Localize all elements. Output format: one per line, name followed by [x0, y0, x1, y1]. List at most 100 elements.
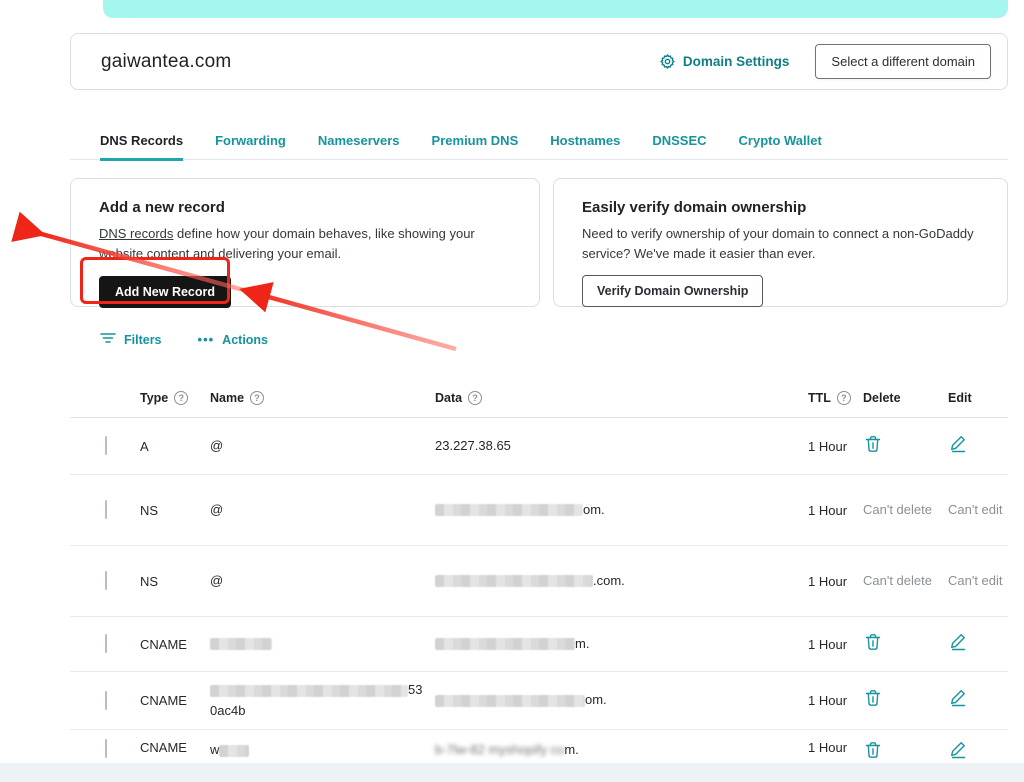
record-data: .com. [435, 571, 808, 591]
table-row: CNAME m. 1 Hour [70, 617, 1008, 672]
select-different-domain-button[interactable]: Select a different domain [815, 44, 991, 79]
tab-dns-records[interactable]: DNS Records [100, 133, 183, 161]
cell-text: w [210, 742, 219, 757]
row-checkbox[interactable] [105, 634, 107, 653]
dns-records-link[interactable]: DNS records [99, 226, 173, 241]
name-help-icon[interactable]: ? [250, 391, 264, 405]
col-ttl: TTL? [808, 391, 863, 405]
filters-label: Filters [124, 333, 162, 347]
record-type: NS [140, 574, 210, 589]
record-ttl: 1 Hour [808, 637, 863, 652]
edit-pencil-icon[interactable] [948, 434, 968, 454]
redacted-text [210, 638, 272, 650]
cell-text: om. [583, 502, 605, 517]
record-ttl: 1 Hour [808, 574, 863, 589]
table-header-row: Type? Name? Data? TTL? Delete Edit [70, 379, 1008, 418]
bottom-strip [0, 763, 1024, 782]
cell-text: @ [210, 573, 223, 588]
domain-name: gaiwantea.com [101, 51, 231, 73]
cell-text: m. [564, 742, 578, 757]
record-type: CNAME [140, 693, 210, 708]
domain-settings-link[interactable]: Domain Settings [659, 53, 790, 70]
actions-label: Actions [222, 333, 268, 347]
table-row: NS@ om. 1 HourCan't delete Can't edit [70, 475, 1008, 546]
ttl-help-icon[interactable]: ? [837, 391, 851, 405]
row-checkbox[interactable] [105, 691, 107, 710]
cant-delete-label: Can't delete [863, 502, 932, 517]
row-checkbox[interactable] [105, 436, 107, 455]
filters-button[interactable]: Filters [100, 331, 162, 348]
data-help-icon[interactable]: ? [468, 391, 482, 405]
redacted-text [435, 695, 585, 707]
cell-text: om. [585, 692, 607, 707]
cant-edit-label: Can't edit [948, 502, 1003, 517]
trash-icon[interactable] [863, 688, 883, 708]
edit-pencil-icon[interactable] [948, 740, 968, 760]
redacted-text [210, 685, 408, 697]
tab-nameservers[interactable]: Nameservers [318, 133, 400, 158]
record-name [210, 634, 435, 654]
trash-icon[interactable] [863, 740, 883, 760]
dns-tabs: DNS Records Forwarding Nameservers Premi… [70, 133, 1008, 160]
record-name: @ [210, 500, 435, 520]
col-delete: Delete [863, 391, 948, 405]
verify-ownership-card: Easily verify domain ownership Need to v… [553, 178, 1008, 307]
record-data: 23.227.38.65 [435, 436, 808, 456]
record-data: om. [435, 690, 808, 710]
info-cards: Add a new record DNS records define how … [70, 178, 1008, 307]
record-data: b-7lw-82 myshopify com. [435, 740, 808, 760]
row-checkbox[interactable] [105, 571, 107, 590]
record-ttl: 1 Hour [808, 693, 863, 708]
verify-ownership-title: Easily verify domain ownership [582, 199, 979, 216]
record-name: 53 0ac4b [210, 680, 435, 720]
add-record-title: Add a new record [99, 199, 511, 216]
record-data: om. [435, 500, 808, 520]
edit-pencil-icon[interactable] [948, 688, 968, 708]
tab-forwarding[interactable]: Forwarding [215, 133, 286, 158]
add-record-description: DNS records define how your domain behav… [99, 224, 511, 263]
type-help-icon[interactable]: ? [174, 391, 188, 405]
verify-domain-ownership-button[interactable]: Verify Domain Ownership [582, 275, 763, 307]
cell-text: @ [210, 502, 223, 517]
verify-ownership-description: Need to verify ownership of your domain … [582, 224, 979, 263]
domain-header-card: gaiwantea.com Domain Settings Select a d… [70, 33, 1008, 90]
cell-text: 0ac4b [210, 703, 245, 718]
record-name: @ [210, 436, 435, 456]
table-row: CNAMEw b-7lw-82 myshopify com.1 Hour [70, 730, 1008, 763]
tab-crypto-wallet[interactable]: Crypto Wallet [739, 133, 822, 158]
ellipsis-icon: ••• [198, 332, 215, 347]
tab-hostnames[interactable]: Hostnames [550, 133, 620, 158]
trash-icon[interactable] [863, 434, 883, 454]
edit-pencil-icon[interactable] [948, 632, 968, 652]
cell-text: 53 [408, 682, 422, 697]
record-type: CNAME [140, 740, 210, 755]
record-name: @ [210, 571, 435, 591]
row-checkbox[interactable] [105, 739, 107, 758]
add-record-card: Add a new record DNS records define how … [70, 178, 540, 307]
col-name: Name? [210, 391, 435, 405]
record-type: CNAME [140, 637, 210, 652]
col-type: Type? [140, 391, 210, 405]
table-row: A@23.227.38.65 1 Hour [70, 418, 1008, 475]
record-ttl: 1 Hour [808, 740, 863, 755]
trash-icon[interactable] [863, 632, 883, 652]
record-ttl: 1 Hour [808, 439, 863, 454]
table-row: CNAME 53 0ac4b om. 1 Hour [70, 672, 1008, 730]
redacted-text [435, 504, 583, 516]
add-new-record-button[interactable]: Add New Record [99, 276, 231, 308]
cell-text: m. [575, 636, 589, 651]
actions-button[interactable]: ••• Actions [198, 332, 269, 347]
tab-dnssec[interactable]: DNSSEC [652, 133, 706, 158]
domain-settings-label: Domain Settings [683, 54, 790, 69]
tab-premium-dns[interactable]: Premium DNS [432, 133, 519, 158]
row-checkbox[interactable] [105, 500, 107, 519]
dns-management-page: gaiwantea.com Domain Settings Select a d… [0, 0, 1024, 782]
table-toolbar: Filters ••• Actions [100, 331, 268, 348]
record-type: A [140, 439, 210, 454]
redacted-text [435, 638, 575, 650]
redacted-text [219, 745, 249, 757]
cant-edit-label: Can't edit [948, 573, 1003, 588]
record-type: NS [140, 503, 210, 518]
record-ttl: 1 Hour [808, 503, 863, 518]
cell-text: 23.227.38.65 [435, 438, 511, 453]
